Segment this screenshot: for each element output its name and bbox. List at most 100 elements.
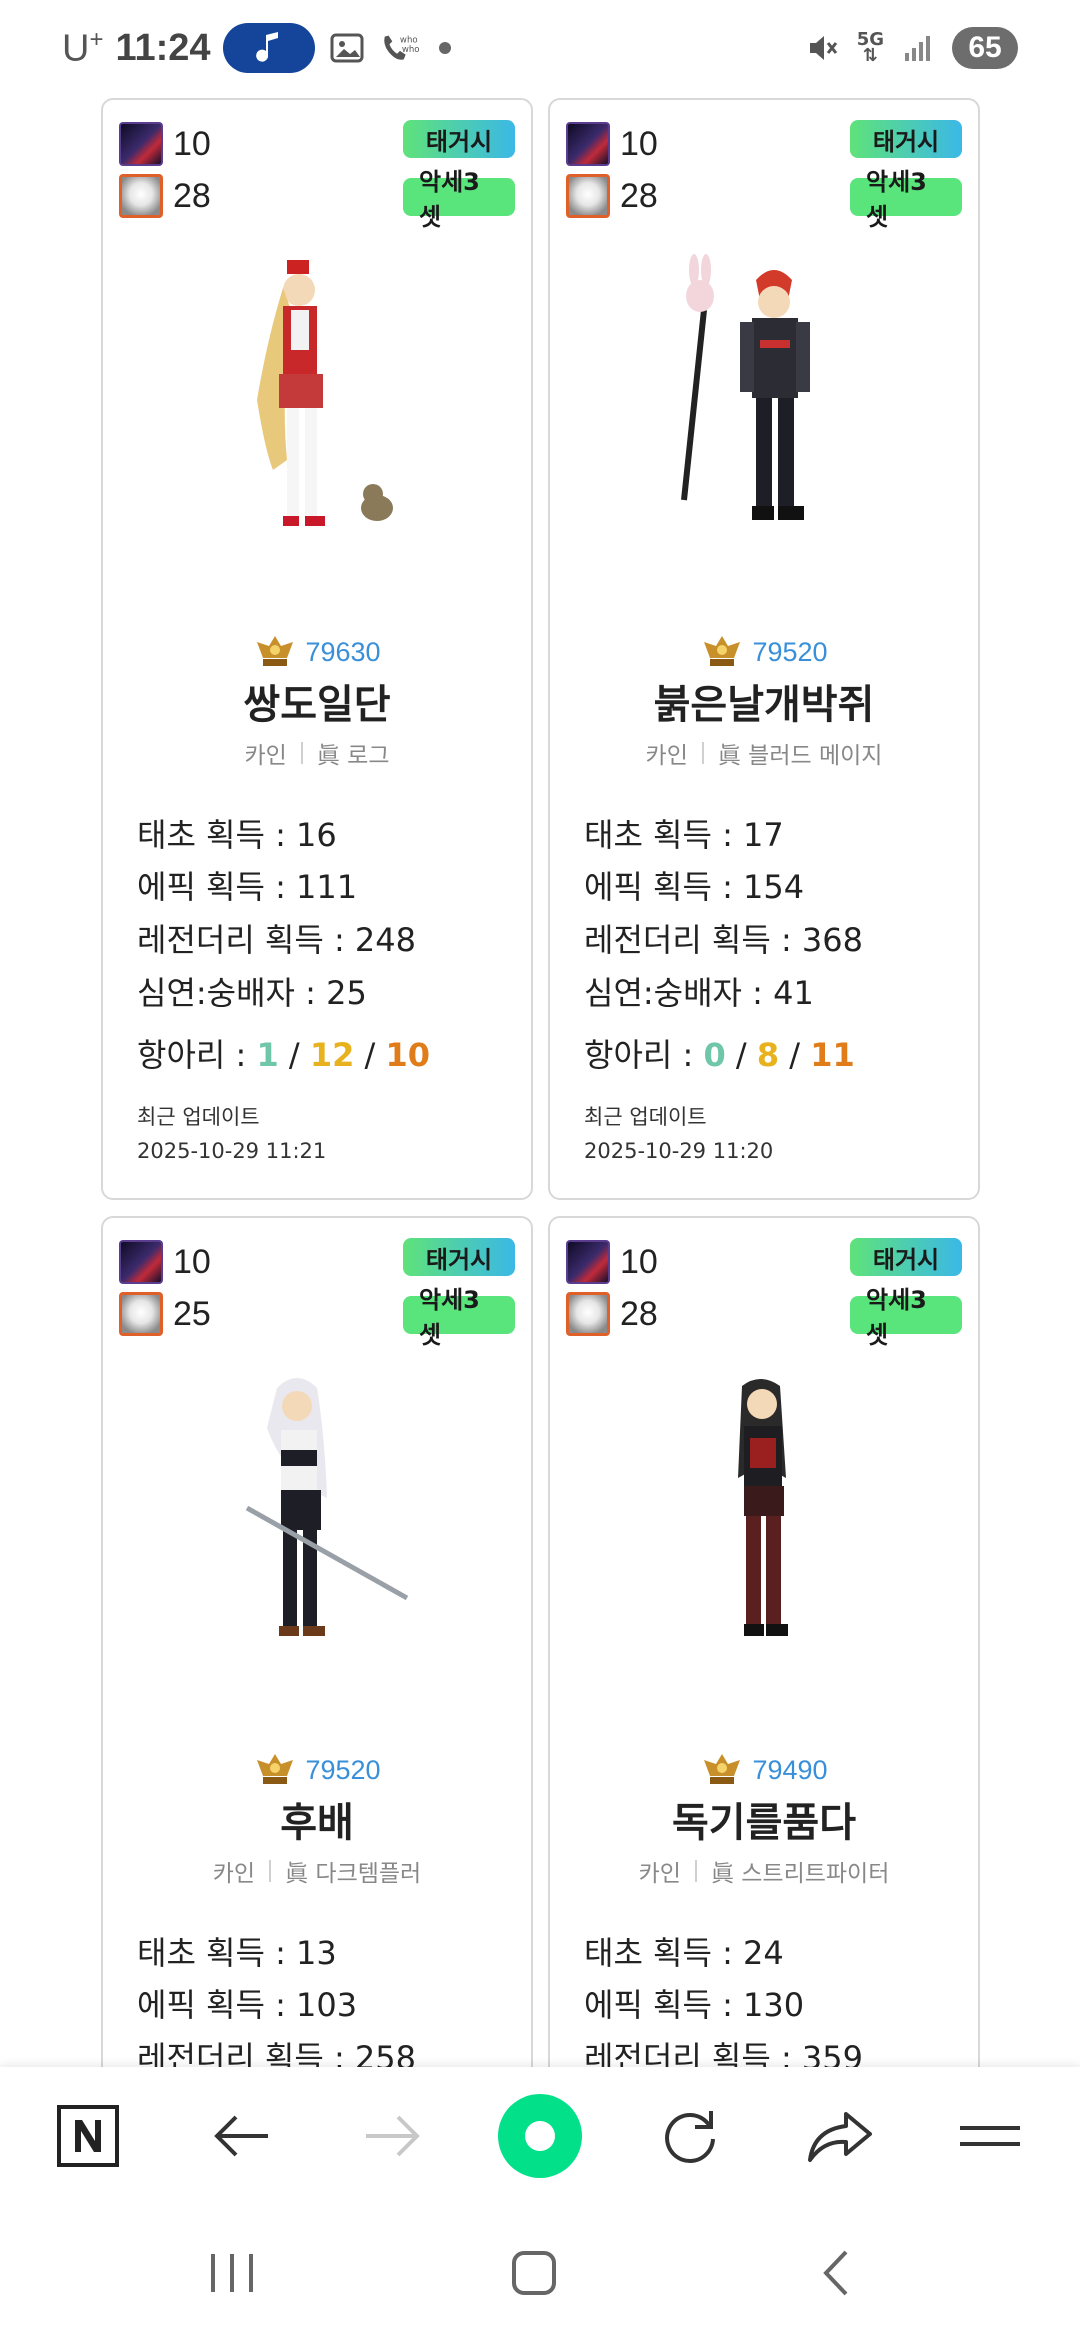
menu-icon[interactable] (945, 2091, 1035, 2181)
fame-value: 79630 (305, 636, 381, 667)
boss-light-icon (119, 174, 163, 218)
jar-label: 항아리 : (584, 1036, 704, 1074)
stat-value: 25 (173, 1294, 211, 1333)
stat-row-1: 10 (119, 122, 211, 166)
stat-value: 10 (173, 1242, 211, 1281)
home-circle-icon[interactable] (495, 2091, 585, 2181)
browser-toolbar (0, 2067, 1080, 2205)
jar-value-c: 10 (385, 1036, 431, 1074)
back-arrow-icon[interactable] (197, 2091, 287, 2181)
taecho-count: 태초 획득 : 16 (137, 816, 337, 854)
fame-row: 79520 (103, 1748, 531, 1792)
naver-n-icon[interactable] (43, 2091, 133, 2181)
character-name[interactable]: 붉은날개박쥐 (550, 672, 978, 730)
back-icon[interactable] (796, 2243, 876, 2303)
boss-light-icon (566, 1292, 610, 1336)
status-right: 5G ⇅ 65 (803, 24, 1018, 72)
character-meta: 카인 眞 로그 (103, 736, 531, 770)
epic-count: 에픽 획득 : 154 (584, 868, 805, 906)
taecho-count: 태초 획득 : 13 (137, 1934, 337, 1972)
set-badge-accessory: 악세3셋 (850, 1286, 962, 1349)
stat-row-2: 28 (566, 174, 658, 218)
last-updated: 최근 업데이트 2025-10-29 11:20 (584, 1100, 773, 1168)
updated-label: 최근 업데이트 (137, 1105, 260, 1129)
legendary-count: 레전더리 획득 : 248 (137, 921, 417, 959)
epic-count: 에픽 획득 : 103 (137, 1986, 358, 2024)
forward-arrow-icon[interactable] (347, 2091, 437, 2181)
character-card[interactable]: 10 25 태거시 악세3셋 79520 후배 카인 眞 다크템플러 태초 획득… (101, 1216, 533, 2116)
legendary-count: 레전더리 획득 : 368 (584, 921, 864, 959)
status-bar: U+ 11:24 who who 5G ⇅ 65 (0, 0, 1080, 96)
stat-row-2: 25 (119, 1292, 211, 1336)
jar-value-a: 0 (703, 1036, 726, 1074)
character-meta: 카인 眞 스트리트파이터 (550, 1854, 978, 1888)
jar-value-b: 12 (309, 1036, 355, 1074)
carrier-label: U+ (62, 25, 104, 70)
fame-row: 79520 (550, 630, 978, 674)
clock: 11:24 (115, 26, 211, 69)
boss-dark-icon (119, 122, 163, 166)
jar-label: 항아리 : (137, 1036, 257, 1074)
svg-text:who: who (401, 45, 418, 55)
server-label: 카인 (645, 743, 688, 769)
music-note-icon[interactable] (222, 23, 315, 73)
jar-value-c: 11 (810, 1036, 855, 1074)
stat-value: 10 (173, 124, 211, 163)
fame-value: 79520 (305, 1754, 381, 1785)
jar-count: 항아리 : 0 / 8 / 11 (584, 1036, 855, 1074)
server-label: 카인 (638, 1861, 681, 1887)
jar-value-b: 8 (756, 1036, 780, 1074)
fame-row: 79490 (550, 1748, 978, 1792)
character-name[interactable]: 쌍도일단 (103, 672, 531, 730)
character-sprite (103, 250, 531, 550)
job-label: 眞 로그 (316, 743, 390, 769)
abyss-count: 심연:숭배자 : 25 (137, 974, 367, 1012)
refresh-icon[interactable] (645, 2091, 735, 2181)
battery-indicator: 65 (952, 27, 1018, 69)
epic-count: 에픽 획득 : 111 (137, 868, 358, 906)
updated-time: 2025-10-29 11:20 (584, 1139, 774, 1163)
fame-value: 79490 (752, 1754, 828, 1785)
character-meta: 카인 眞 다크템플러 (103, 1854, 531, 1888)
image-icon (327, 28, 367, 68)
character-meta: 카인 眞 블러드 메이지 (550, 736, 978, 770)
divider (269, 1860, 272, 1882)
fame-crest-icon (257, 1754, 294, 1784)
boss-light-icon (119, 1292, 163, 1336)
stat-value: 28 (173, 176, 211, 215)
fame-value: 79520 (752, 636, 828, 667)
divider (694, 1860, 697, 1882)
job-label: 眞 다크템플러 (285, 1861, 422, 1887)
taecho-count: 태초 획득 : 17 (584, 816, 784, 854)
home-icon[interactable] (494, 2243, 574, 2303)
job-label: 眞 블러드 메이지 (717, 743, 883, 769)
character-sprite (550, 1368, 978, 1668)
stat-value: 28 (620, 176, 658, 215)
stat-value: 10 (620, 1242, 658, 1281)
character-card[interactable]: 10 28 태거시 악세3셋 79520 붉은날개박쥐 카인 眞 블러드 메이지… (548, 98, 980, 1200)
jar-count: 항아리 : 1 / 12 / 10 (137, 1036, 431, 1074)
abyss-count: 심연:숭배자 : 41 (584, 974, 814, 1012)
status-left: U+ 11:24 who who (62, 22, 451, 74)
last-updated: 최근 업데이트 2025-10-29 11:21 (137, 1100, 326, 1168)
boss-dark-icon (119, 1240, 163, 1284)
set-badge-accessory: 악세3셋 (403, 168, 515, 231)
set-badge-accessory: 악세3셋 (403, 1286, 515, 1349)
stat-row-1: 10 (566, 122, 658, 166)
stat-row-1: 10 (566, 1240, 658, 1284)
character-sprite (103, 1368, 531, 1668)
boss-dark-icon (566, 122, 610, 166)
set-badge-taegeosi: 태거시 (403, 1238, 515, 1276)
whowho-phone-icon: who who (379, 28, 419, 68)
job-label: 眞 스트리트파이터 (710, 1861, 890, 1887)
set-badge-taegeosi: 태거시 (850, 1238, 962, 1276)
stat-value: 10 (620, 124, 658, 163)
recent-apps-icon[interactable] (192, 2243, 272, 2303)
set-badge-taegeosi: 태거시 (403, 120, 515, 158)
character-name[interactable]: 후배 (103, 1790, 531, 1848)
network-5g-indicator: 5G ⇅ (856, 29, 884, 66)
character-card[interactable]: 10 28 태거시 악세3셋 79630 쌍도일단 카인 眞 로그 태초 획득 (101, 98, 533, 1200)
character-card[interactable]: 10 28 태거시 악세3셋 79490 독기를품다 카인 眞 스트리트파이터 … (548, 1216, 980, 2116)
share-icon[interactable] (795, 2091, 885, 2181)
character-name[interactable]: 독기를품다 (550, 1790, 978, 1848)
